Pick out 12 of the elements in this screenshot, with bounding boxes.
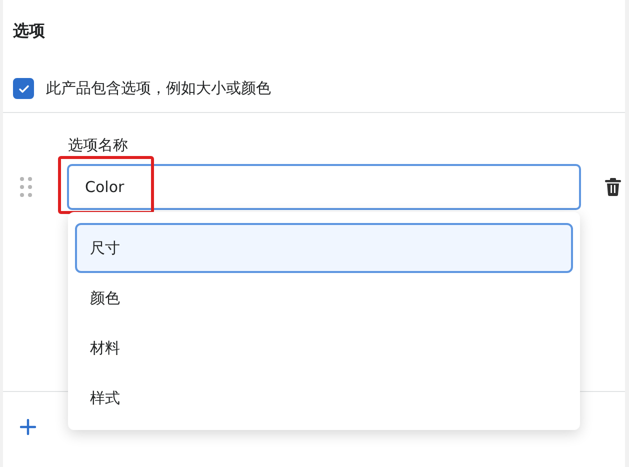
checkbox[interactable] — [13, 78, 34, 99]
checkbox-label: 此产品包含选项，例如大小或颜色 — [46, 79, 271, 98]
dropdown-item[interactable]: 尺寸 — [75, 223, 573, 273]
field-label: 选项名称 — [68, 135, 129, 155]
dropdown-item[interactable]: 材料 — [75, 323, 573, 373]
dropdown-item[interactable]: 颜色 — [75, 273, 573, 323]
plus-icon[interactable] — [20, 419, 36, 435]
drag-handle-icon[interactable] — [19, 176, 33, 198]
dropdown-item[interactable]: 样式 — [75, 373, 573, 423]
input-field[interactable]: Color — [67, 164, 581, 210]
section-title: 选项 — [13, 20, 46, 42]
trash-icon[interactable] — [605, 178, 621, 196]
